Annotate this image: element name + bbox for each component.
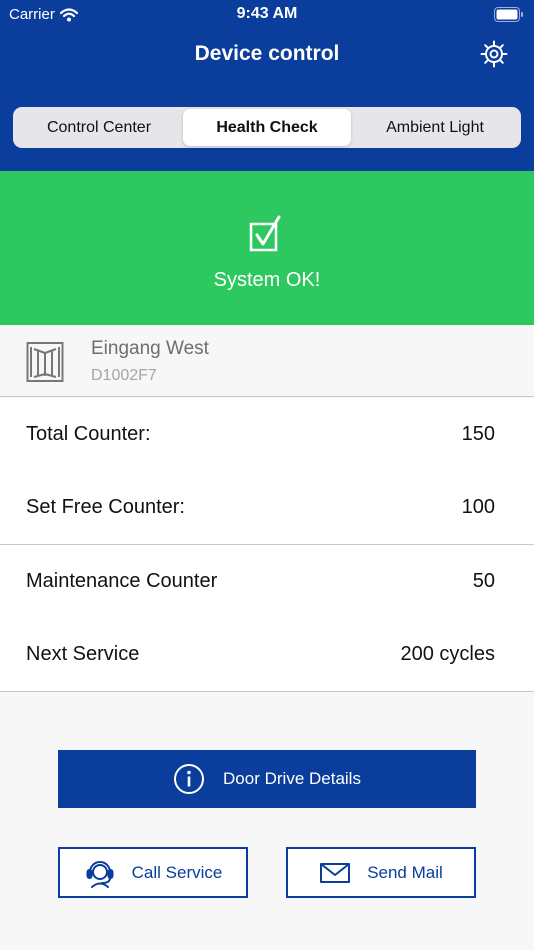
counter-value: 150	[461, 423, 495, 445]
door-drive-details-label: Door Drive Details	[223, 769, 361, 788]
call-service-label: Call Service	[131, 862, 223, 882]
revolving-door-icon	[26, 342, 64, 382]
device-info: Eingang West D1002F7	[0, 325, 534, 397]
system-status-text: System OK!	[213, 269, 321, 291]
checkbox-check-icon	[249, 215, 281, 252]
tab-segmented-control: Control Center Health Check Ambient Ligh…	[13, 107, 521, 148]
next-service-row: Next Service 200 cycles	[0, 618, 534, 692]
counter-value: 50	[472, 570, 495, 592]
page-title: Device control	[194, 42, 340, 65]
send-mail-label: Send Mail	[367, 862, 443, 882]
headset-support-icon	[86, 860, 114, 888]
device-id: D1002F7	[91, 367, 157, 384]
tab-health-check[interactable]: Health Check	[183, 109, 351, 146]
settings-gear-icon[interactable]	[480, 40, 508, 68]
counter-label: Total Counter:	[26, 423, 151, 445]
tab-control-center[interactable]: Control Center	[15, 109, 183, 146]
counter-value: 200 cycles	[400, 643, 496, 665]
status-bar: Carrier 9:43 AM	[0, 0, 534, 28]
door-drive-details-button[interactable]: Door Drive Details	[58, 750, 476, 808]
set-free-counter-row: Set Free Counter: 100	[0, 471, 534, 545]
info-icon	[174, 764, 205, 794]
counter-label: Maintenance Counter	[26, 570, 218, 592]
battery-icon	[494, 7, 523, 22]
counter-label: Set Free Counter:	[26, 496, 185, 518]
total-counter-row: Total Counter: 150	[0, 398, 534, 472]
counter-value: 100	[461, 496, 495, 518]
call-service-button[interactable]: Call Service	[58, 847, 248, 898]
clock: 9:43 AM	[236, 5, 298, 22]
device-name: Eingang West	[91, 338, 209, 359]
system-status-panel: System OK!	[0, 171, 534, 325]
send-mail-button[interactable]: Send Mail	[286, 847, 476, 898]
maintenance-counter-row: Maintenance Counter 50	[0, 545, 534, 619]
header: Carrier 9:43 AM Device control Control C…	[0, 0, 534, 171]
tab-ambient-light[interactable]: Ambient Light	[351, 109, 519, 146]
mail-envelope-icon	[320, 862, 351, 883]
counter-label: Next Service	[26, 643, 140, 665]
